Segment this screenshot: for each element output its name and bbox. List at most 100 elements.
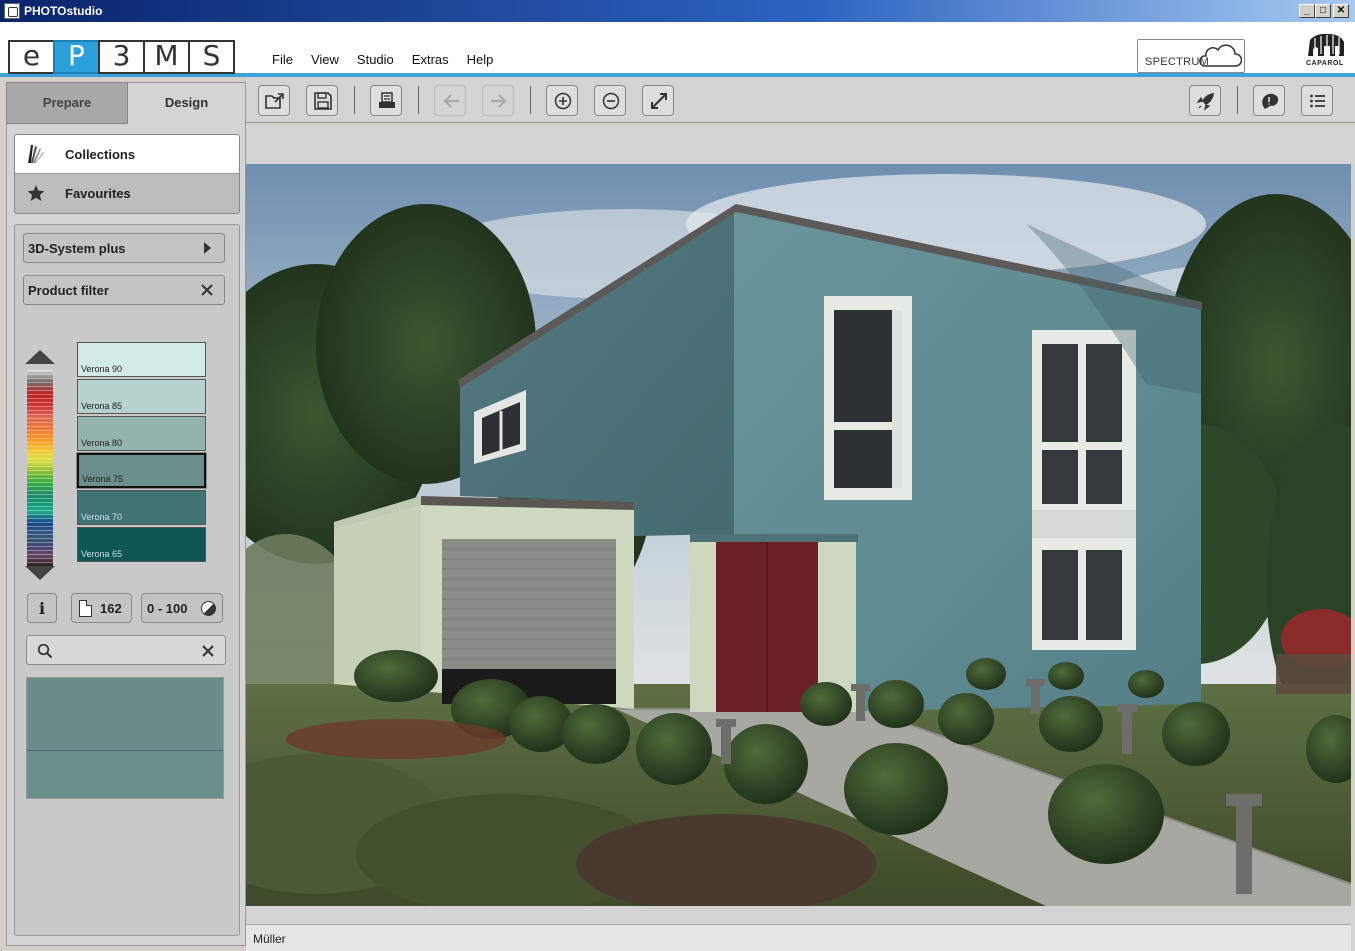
app-icon — [4, 3, 20, 19]
fit-screen-button[interactable] — [642, 85, 674, 116]
chevron-right-icon — [204, 242, 211, 254]
info-button[interactable]: i — [27, 593, 57, 623]
window-title: PHOTOstudio — [24, 4, 103, 18]
product-filter-dropdown[interactable]: Product filter — [23, 275, 225, 305]
zoom-out-icon — [602, 92, 620, 110]
menu-studio[interactable]: Studio — [357, 52, 394, 67]
expand-icon — [651, 93, 667, 109]
clear-search-icon[interactable] — [201, 644, 215, 658]
design-panel: Collections Favourites 3D-System plus Pr… — [6, 124, 246, 946]
favourites-label: Favourites — [65, 186, 131, 201]
selected-color-preview — [26, 677, 224, 799]
cloud-icon — [1199, 44, 1242, 67]
swatch-verona-65[interactable]: Verona 65 — [77, 527, 206, 562]
toolbar-separator — [530, 86, 531, 114]
app-header: e P 3 M S File View Studio Extras Help S… — [0, 22, 1355, 77]
menu-file[interactable]: File — [272, 52, 293, 67]
canvas-margin — [246, 124, 1355, 164]
color-count-button[interactable]: 162 — [71, 593, 132, 623]
color-filter-box: 3D-System plus Product filter Verona 90 — [14, 224, 240, 936]
minimize-button[interactable]: _ — [1299, 4, 1315, 18]
zoom-in-button[interactable] — [546, 85, 578, 116]
swatch-verona-75[interactable]: Verona 75 — [77, 453, 206, 488]
swatch-verona-80[interactable]: Verona 80 — [77, 416, 206, 451]
scroll-up-arrow-icon[interactable] — [25, 350, 55, 364]
left-panel: Prepare Design Collections Favourites 3D… — [6, 82, 246, 946]
module-tile-s[interactable]: S — [188, 40, 235, 74]
zoom-out-button[interactable] — [594, 85, 626, 116]
swatch-label: Verona 75 — [82, 474, 124, 484]
main-toolbar — [246, 77, 1355, 123]
print-icon — [379, 92, 395, 108]
brightness-range-button[interactable]: 0 - 100 — [141, 593, 223, 623]
brightness-range: 0 - 100 — [147, 601, 188, 616]
status-bar-inner: Müller — [246, 924, 1351, 951]
collections-box: Collections Favourites — [14, 134, 240, 214]
open-button[interactable] — [258, 85, 290, 116]
tab-design[interactable]: Design — [128, 82, 246, 124]
module-tile-m[interactable]: M — [143, 40, 190, 74]
list-menu-button[interactable] — [1301, 85, 1333, 116]
status-bar: Müller — [246, 906, 1355, 951]
menu-help[interactable]: Help — [467, 52, 494, 67]
maximize-button[interactable]: □ — [1315, 4, 1331, 18]
house-visualization[interactable] — [246, 164, 1351, 906]
document-icon — [79, 600, 92, 617]
star-icon — [27, 185, 45, 201]
swatch-label: Verona 80 — [81, 438, 123, 448]
toolbar-separator — [1237, 86, 1238, 114]
search-input[interactable] — [55, 641, 195, 659]
color-count: 162 — [100, 601, 122, 616]
tab-prepare[interactable]: Prepare — [6, 82, 128, 124]
module-tiles: e P 3 M S — [8, 40, 235, 74]
speech-bubble-icon — [1262, 93, 1279, 109]
info-icon: i — [39, 599, 46, 618]
color-spectrum-strip[interactable] — [27, 370, 53, 566]
feedback-button[interactable] — [1253, 85, 1285, 116]
favourites-item[interactable]: Favourites — [15, 174, 239, 213]
swatch-label: Verona 65 — [81, 549, 123, 559]
swatch-verona-70[interactable]: Verona 70 — [77, 490, 206, 525]
menu-extras[interactable]: Extras — [412, 52, 449, 67]
search-icon — [37, 643, 53, 659]
launch-button[interactable] — [1189, 85, 1221, 116]
print-button[interactable] — [370, 85, 402, 116]
product-filter-label: Product filter — [28, 283, 109, 298]
toolbar-separator — [418, 86, 419, 114]
swatch-label: Verona 90 — [81, 364, 123, 374]
color-spectrum-scroller[interactable] — [25, 350, 55, 580]
module-tile-p[interactable]: P — [53, 40, 100, 74]
arrow-right-icon — [491, 94, 507, 108]
spectrum-button[interactable]: SPECTRUM — [1137, 39, 1245, 73]
caparol-elephant-icon — [1308, 33, 1344, 56]
swatch-verona-90[interactable]: Verona 90 — [77, 342, 206, 377]
module-tile-3[interactable]: 3 — [98, 40, 145, 74]
list-icon — [1310, 94, 1325, 108]
window-titlebar: PHOTOstudio _ □ ✕ — [0, 0, 1355, 22]
caparol-logo: CAPAROL — [1302, 32, 1350, 72]
swatch-label: Verona 70 — [81, 512, 123, 522]
menu-view[interactable]: View — [311, 52, 339, 67]
search-box — [26, 635, 226, 665]
swatch-label: Verona 85 — [81, 401, 123, 411]
redo-button[interactable] — [482, 85, 514, 116]
close-icon[interactable] — [200, 283, 214, 297]
module-tile-e[interactable]: e — [8, 40, 55, 74]
close-button[interactable]: ✕ — [1333, 4, 1349, 18]
preview-swatch-top — [27, 678, 223, 750]
undo-button[interactable] — [434, 85, 466, 116]
scroll-down-arrow-icon[interactable] — [25, 566, 55, 580]
swatch-verona-85[interactable]: Verona 85 — [77, 379, 206, 414]
menu-bar: File View Studio Extras Help — [272, 52, 511, 67]
toolbar-separator — [354, 86, 355, 114]
save-button[interactable] — [306, 85, 338, 116]
collections-item[interactable]: Collections — [15, 135, 239, 174]
open-folder-icon — [265, 93, 284, 109]
save-icon — [314, 92, 332, 110]
preview-swatch-bottom — [27, 750, 223, 798]
panel-tabs: Prepare Design — [6, 82, 246, 124]
system-dropdown[interactable]: 3D-System plus — [23, 233, 225, 263]
system-dropdown-label: 3D-System plus — [28, 241, 126, 256]
contrast-icon — [201, 601, 216, 616]
house-scene-image[interactable] — [246, 164, 1351, 906]
